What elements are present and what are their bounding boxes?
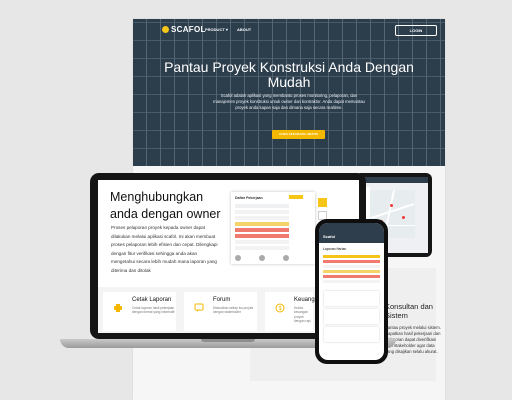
phone-header	[319, 223, 384, 243]
navbar: SCAFOL PRODUCT ▾ ABOUT LOGIN	[133, 19, 445, 41]
map-pin-icon	[390, 204, 393, 207]
hero-description: Scafol adalah aplikasi yang membantu pro…	[213, 93, 365, 110]
laptop-notch	[201, 339, 255, 342]
chat-icon	[194, 303, 204, 312]
phone-card[interactable]	[324, 327, 379, 342]
feature-title-print: Cetak Laporan	[132, 297, 172, 303]
avatar	[235, 255, 241, 261]
feature-title-forum: Forum	[213, 297, 231, 303]
svg-text:$: $	[278, 305, 282, 312]
feature-desc-finance: Kelola keuangan proyek dengan rapi	[294, 306, 311, 324]
login-button[interactable]: LOGIN	[395, 25, 437, 36]
printer-icon	[114, 304, 122, 312]
logo-icon	[162, 26, 169, 33]
feature-desc-print: Cetak laporan hasil pekerjaan dengan for…	[132, 306, 175, 315]
phone-screen: Scafol Laporan Harian	[319, 223, 384, 360]
side-card-title: Konsultan dan Sistem	[385, 302, 433, 320]
nav-about[interactable]: ABOUT	[237, 27, 251, 32]
hero-title: Pantau Proyek Konstruksi Anda Dengan Mud…	[164, 59, 414, 90]
slide-description: Proses pelaporan proyek kepada owner dap…	[111, 225, 218, 273]
cta-button[interactable]: COBA SEKARANG GRATIS	[272, 130, 325, 139]
phone-card[interactable]	[324, 309, 379, 324]
phone-card[interactable]	[324, 291, 379, 306]
tablet-header	[359, 177, 428, 183]
nav-product[interactable]: PRODUCT ▾	[205, 27, 228, 32]
task-list-button[interactable]	[289, 195, 303, 199]
money-icon: $	[275, 303, 285, 313]
feature-desc-forum: Diskusikan setiap isu proyek dengan stak…	[213, 306, 254, 315]
phone-subtitle: Laporan Harian	[323, 247, 347, 251]
hero-section: SCAFOL PRODUCT ▾ ABOUT LOGIN Pantau Proy…	[133, 19, 445, 166]
avatar	[259, 255, 265, 261]
avatar	[283, 255, 289, 261]
slide-title: Menghubungkan anda dengan owner	[110, 190, 221, 221]
task-list-title: Daftar Pekerjaan	[235, 196, 263, 200]
task-list-panel: Daftar Pekerjaan	[231, 192, 315, 264]
logo-text[interactable]: SCAFOL	[171, 25, 206, 34]
map-pin-icon	[402, 216, 405, 219]
phone-logo: Scafol	[323, 234, 336, 239]
